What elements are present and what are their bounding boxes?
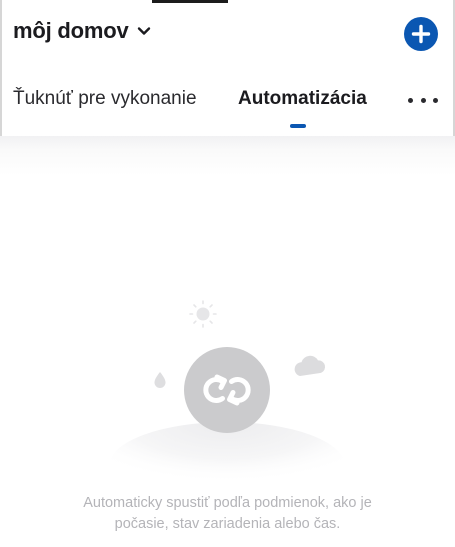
automation-list-empty: Automaticky spustiť podľa podmienok, ako…	[0, 136, 455, 547]
empty-state-line-1: Automaticky spustiť podľa podmienok, ako…	[83, 495, 372, 511]
sun-icon	[189, 300, 217, 328]
raindrop-icon	[154, 372, 166, 388]
tab-bar: Ťuknúť pre vykonanie Automatizácia	[0, 80, 455, 132]
home-title: môj domov	[13, 18, 129, 43]
automation-circle	[184, 347, 270, 433]
tab-automation[interactable]: Automatizácia	[238, 88, 367, 110]
empty-state-line-2: počasie, stav zariadenia alebo čas.	[114, 516, 341, 532]
header: môj domov	[0, 0, 455, 64]
home-selector[interactable]: môj domov	[13, 18, 151, 44]
chevron-down-icon	[137, 27, 150, 35]
active-tab-indicator	[290, 124, 306, 128]
empty-state-description: Automaticky spustiť podľa podmienok, ako…	[0, 493, 455, 535]
tab-tap-to-run[interactable]: Ťuknúť pre vykonanie	[13, 88, 197, 110]
cloud-icon	[294, 355, 326, 376]
more-horizontal-icon[interactable]	[408, 90, 438, 110]
app-screen: môj domov Ťuknúť pre vykonanie Automatiz…	[0, 0, 455, 547]
empty-state-illustration	[109, 300, 345, 510]
add-button[interactable]	[404, 17, 438, 51]
plus-circle-icon	[411, 24, 431, 44]
